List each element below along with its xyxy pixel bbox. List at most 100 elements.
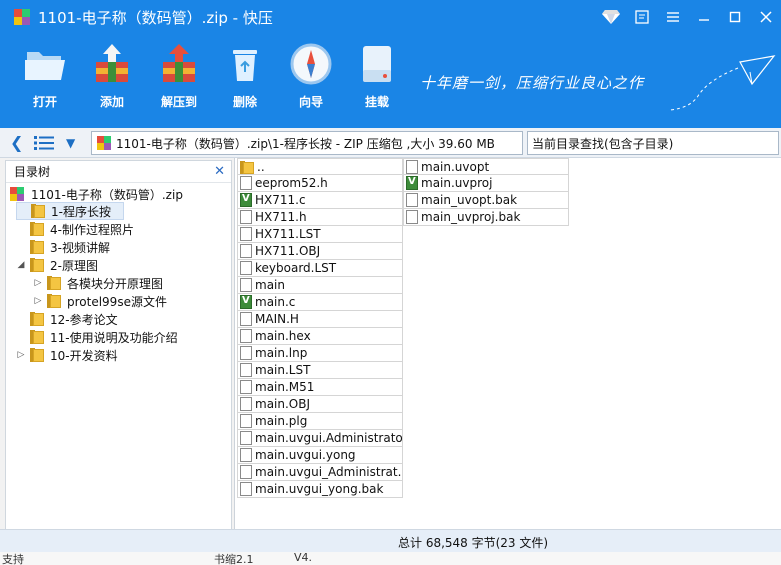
file-row[interactable]: .. [237, 158, 403, 175]
title-bar[interactable]: 1101-电子称（数码管）.zip - 快压 [0, 0, 781, 34]
file-name: main.uvproj [421, 176, 493, 190]
file-name: main.uvgui.yong [255, 448, 356, 462]
path-field[interactable]: 1101-电子称（数码管）.zip\1-程序长按 - ZIP 压缩包 ,大小 3… [91, 131, 523, 155]
tree-header: 目录树 ✕ [6, 161, 231, 183]
extract-button[interactable]: 解压到 [146, 40, 212, 120]
file-row[interactable]: main_uvproj.bak [403, 209, 569, 226]
expand-arrow-icon[interactable]: ▷ [33, 296, 43, 306]
tree-item-8[interactable]: 11-使用说明及功能介绍 [16, 328, 178, 346]
file-icon [406, 210, 418, 224]
file-icon [240, 210, 252, 224]
file-row[interactable]: main.lnp [237, 345, 403, 362]
menu-icon[interactable] [657, 0, 688, 34]
file-name: HX711.OBJ [255, 244, 321, 258]
tree-item-4[interactable]: ◢ 2-原理图 [16, 256, 98, 274]
file-icon [240, 431, 252, 445]
file-list: .. eeprom52.h HX711.c HX711.h HX711.LST HX711… [234, 158, 781, 529]
minimize-button[interactable] [688, 0, 719, 34]
file-icon [240, 346, 252, 360]
file-row[interactable]: MAIN.H [237, 311, 403, 328]
tree-item-1[interactable]: 1-程序长按 [16, 202, 124, 220]
wizard-button[interactable]: 向导 [278, 40, 344, 120]
file-row[interactable]: main.uvopt [403, 158, 569, 175]
tree-item-2[interactable]: 4-制作过程照片 [16, 220, 134, 238]
file-name: main [255, 278, 285, 292]
back-icon[interactable]: ❮ [10, 133, 23, 152]
wizard-label: 向导 [298, 95, 323, 109]
tree-item-label: 1-程序长按 [51, 204, 111, 219]
tree-item-label: protel99se源文件 [67, 294, 167, 309]
file-row[interactable]: HX711.OBJ [237, 243, 403, 260]
tree-title: 目录树 [14, 165, 51, 179]
file-row[interactable]: main.uvgui_yong.bak [237, 481, 403, 498]
file-row[interactable]: main.uvgui.yong [237, 447, 403, 464]
view-dropdown-icon[interactable]: ▼ [66, 136, 75, 150]
folder-up-icon [240, 160, 254, 174]
file-row[interactable]: main.M51 [237, 379, 403, 396]
file-row[interactable]: HX711.LST [237, 226, 403, 243]
file-icon [240, 363, 252, 377]
tree-item-7[interactable]: 12-参考论文 [16, 310, 118, 328]
expand-arrow-icon[interactable]: ▷ [33, 278, 43, 288]
file-icon [240, 176, 252, 190]
file-row[interactable]: keyboard.LST [237, 260, 403, 277]
file-name: main.uvgui_Administrat... [255, 465, 403, 479]
file-name: main.plg [255, 414, 308, 428]
file-row[interactable]: HX711.h [237, 209, 403, 226]
tree-item-5[interactable]: ▷ 各模块分开原理图 [33, 274, 163, 292]
close-button[interactable] [750, 0, 781, 34]
folder-open-icon [21, 40, 69, 88]
folder-icon [29, 312, 45, 326]
mount-label: 挂载 [364, 95, 389, 109]
maximize-button[interactable] [719, 0, 750, 34]
add-label: 添加 [99, 95, 124, 109]
delete-button[interactable]: 删除 [212, 40, 278, 120]
mount-button[interactable]: 挂载 [344, 40, 410, 120]
app-window: 1101-电子称（数码管）.zip - 快压 打开 添加 解压到 删除 向导 挂… [0, 0, 781, 565]
folder-icon [30, 204, 46, 218]
window-title: 1101-电子称（数码管）.zip - 快压 [38, 8, 273, 27]
file-name: main.OBJ [255, 397, 311, 411]
expand-arrow-icon[interactable]: ▷ [16, 350, 26, 360]
file-row[interactable]: main.plg [237, 413, 403, 430]
add-archive-icon [88, 40, 136, 88]
tree-root-label: 1101-电子称（数码管）.zip [31, 187, 183, 202]
main-toolbar: 打开 添加 解压到 删除 向导 挂载 十年磨一剑，压缩行业良心之作 [0, 34, 781, 128]
file-row[interactable]: HX711.c [237, 192, 403, 209]
tree-item-6[interactable]: ▷ protel99se源文件 [33, 292, 167, 310]
file-name: main.uvgui_yong.bak [255, 482, 384, 496]
expand-arrow-icon[interactable]: ◢ [16, 260, 26, 270]
search-input[interactable]: 当前目录查找(包含子目录) [527, 131, 779, 155]
tree-item-9[interactable]: ▷ 10-开发资料 [16, 346, 118, 364]
taskbar-strip: 支持 书缩2.1 V4. [0, 551, 781, 565]
file-row[interactable]: main.uvgui_Administrat... [237, 464, 403, 481]
tree-item-label: 10-开发资料 [50, 348, 118, 363]
file-row[interactable]: main.OBJ [237, 396, 403, 413]
file-row[interactable]: main.uvgui.Administrator [237, 430, 403, 447]
feedback-icon[interactable] [626, 0, 657, 34]
file-row[interactable]: eeprom52.h [237, 175, 403, 192]
open-button[interactable]: 打开 [12, 40, 78, 120]
status-summary: 总计 68,548 字节(23 文件) [398, 536, 549, 550]
file-row[interactable]: main.uvproj [403, 175, 569, 192]
file-icon [240, 261, 252, 275]
window-controls [595, 0, 781, 34]
file-row[interactable]: main.LST [237, 362, 403, 379]
file-row[interactable]: main_uvopt.bak [403, 192, 569, 209]
file-row[interactable]: main.c [237, 294, 403, 311]
compass-icon [287, 40, 335, 88]
address-bar: ❮ ▼ 1101-电子称（数码管）.zip\1-程序长按 - ZIP 压缩包 ,… [0, 128, 781, 158]
file-row[interactable]: main [237, 277, 403, 294]
file-name: keyboard.LST [255, 261, 337, 275]
tree-item-label: 3-视频讲解 [50, 240, 110, 255]
diamond-icon[interactable] [595, 0, 626, 34]
add-button[interactable]: 添加 [79, 40, 145, 120]
tree-root[interactable]: 1101-电子称（数码管）.zip [10, 185, 183, 203]
file-row[interactable]: main.hex [237, 328, 403, 345]
file-name: main.uvopt [421, 159, 490, 174]
view-list-icon[interactable] [34, 135, 54, 151]
close-icon[interactable]: ✕ [214, 164, 225, 179]
tree-item-3[interactable]: 3-视频讲解 [16, 238, 110, 256]
tree-item-label: 11-使用说明及功能介绍 [50, 330, 178, 345]
app-logo-icon [14, 9, 30, 25]
